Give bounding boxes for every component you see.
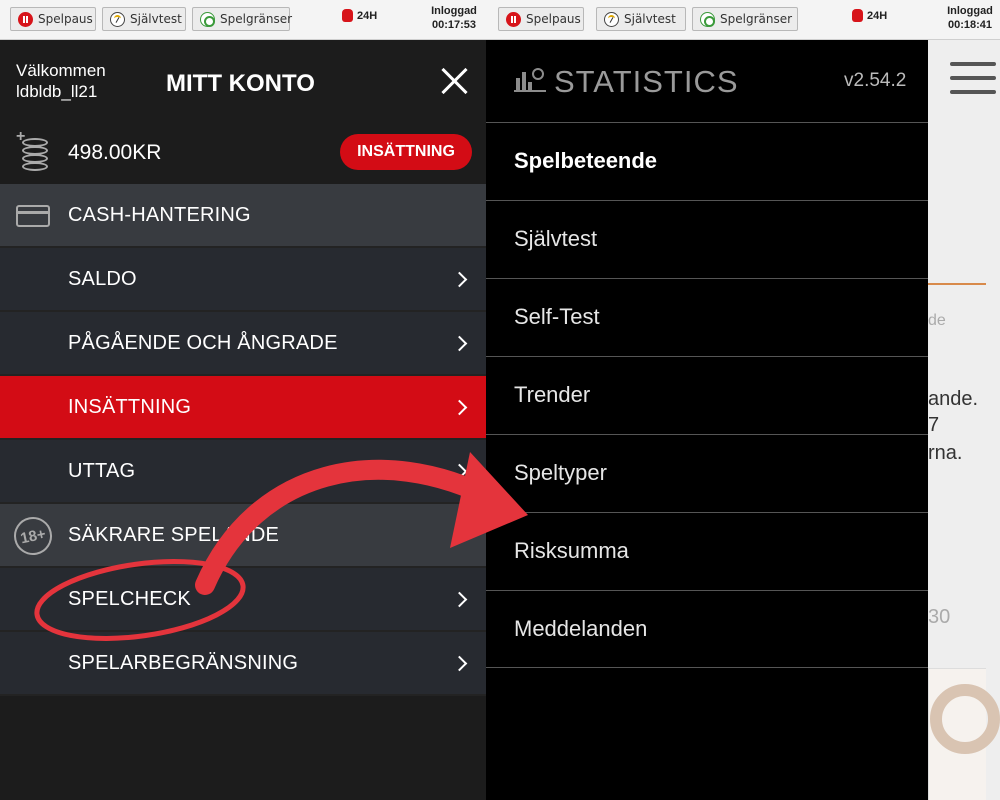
spelpaus-button[interactable]: Spelpaus: [10, 7, 96, 31]
responsible-gaming-bar-left: Spelpaus Självtest Spelgränser 24H Inlog…: [0, 0, 486, 40]
timeout-24h-button[interactable]: 24H: [342, 9, 377, 22]
app-screen: Spelpaus Självtest Spelgränser 24H Inlog…: [0, 0, 1000, 800]
stats-item-meddelanden[interactable]: Meddelanden: [486, 590, 928, 668]
background-text: de: [928, 312, 946, 329]
background-text: 7: [928, 414, 940, 436]
username: ldbldb_ll21: [16, 82, 98, 101]
timeout-24h-label: 24H: [867, 9, 888, 22]
coins-icon: +: [16, 129, 50, 171]
menu-item-label: SPELARBEGRÄNSNING: [68, 651, 299, 674]
login-label: Inloggad: [947, 5, 993, 17]
menu-item-spelcheck[interactable]: SPELCHECK: [0, 568, 486, 632]
stats-item-label: Spelbeteende: [514, 148, 658, 173]
timeout-24h-button[interactable]: 24H: [852, 9, 887, 22]
chevron-right-icon: [451, 591, 468, 608]
stats-item-spelbeteende[interactable]: Spelbeteende: [486, 122, 928, 200]
sjalvtest-button[interactable]: Självtest: [596, 7, 686, 31]
menu-item-saldo[interactable]: SALDO: [0, 248, 486, 312]
statistics-drawer: STATISTICS v2.54.2 Spelbeteende Självtes…: [486, 40, 928, 800]
section-safe-gaming: 18+ SÄKRARE SPELANDE: [0, 504, 486, 568]
chevron-right-icon: [451, 463, 468, 480]
limit-icon: [200, 11, 215, 27]
welcome-label: Välkommen: [16, 61, 106, 80]
menu-item-pending[interactable]: PÅGÅENDE OCH ÅNGRADE: [0, 312, 486, 376]
spelgranser-label: Spelgränser: [220, 12, 293, 26]
menu-item-label: INSÄTTNING: [68, 395, 192, 418]
background-text: ande.: [928, 388, 979, 410]
section-cash-handling: CASH-HANTERING: [0, 184, 486, 248]
timeout-24h-label: 24H: [357, 9, 378, 22]
credit-card-icon: [16, 205, 50, 227]
sjalvtest-label: Självtest: [130, 12, 182, 26]
page-title: MITT KONTO: [166, 70, 315, 97]
account-panel: Välkommen ldbldb_ll21 MITT KONTO + 498.0…: [0, 40, 486, 800]
stats-item-self-test[interactable]: Self-Test: [486, 278, 928, 356]
pause-icon: [506, 11, 521, 27]
spelgranser-button[interactable]: Spelgränser: [192, 7, 293, 31]
spelpaus-button[interactable]: Spelpaus: [498, 7, 584, 31]
close-icon[interactable]: [440, 66, 470, 96]
menu-item-label: PÅGÅENDE OCH ÅNGRADE: [68, 331, 338, 354]
section-label: SÄKRARE SPELANDE: [68, 523, 280, 546]
responsible-gaming-bar-right: Spelpaus Självtest Spelgränser 24H Inlog…: [486, 0, 1000, 40]
background-text: rna.: [928, 442, 963, 464]
section-label: CASH-HANTERING: [68, 203, 251, 226]
menu-item-label: SALDO: [68, 267, 137, 290]
menu-item-player-limit[interactable]: SPELARBEGRÄNSNING: [0, 632, 486, 696]
sjalvtest-label: Självtest: [624, 12, 676, 26]
decorative-ring: [930, 684, 1000, 754]
gauge-icon: [110, 11, 125, 27]
stats-item-trender[interactable]: Trender: [486, 356, 928, 434]
balance-row: + 498.00KR INSÄTTNING: [0, 126, 486, 184]
stats-item-label: Trender: [514, 382, 591, 407]
sjalvtest-button[interactable]: Självtest: [102, 7, 186, 31]
stop-hand-icon: [852, 9, 863, 22]
version-label: v2.54.2: [844, 70, 907, 91]
login-time: 00:17:53: [431, 19, 477, 31]
chevron-right-icon: [451, 271, 468, 288]
chevron-right-icon: [451, 335, 468, 352]
stats-item-label: Självtest: [514, 226, 598, 251]
login-time: 00:18:41: [947, 19, 993, 31]
deposit-button[interactable]: INSÄTTNING: [340, 134, 472, 170]
gauge-icon: [604, 11, 619, 27]
account-header: Välkommen ldbldb_ll21 MITT KONTO: [0, 40, 486, 126]
statistics-icon: [514, 68, 546, 92]
login-timer: Inloggad 00:18:41: [944, 4, 996, 32]
spelgranser-button[interactable]: Spelgränser: [692, 7, 798, 31]
stats-item-label: Self-Test: [514, 304, 600, 329]
chevron-right-icon: [451, 399, 468, 416]
age-18-icon: 18+: [10, 513, 56, 559]
spelgranser-label: Spelgränser: [720, 12, 793, 26]
chevron-right-icon: [451, 655, 468, 672]
menu-item-deposit[interactable]: INSÄTTNING: [0, 376, 486, 440]
stats-item-label: Meddelanden: [514, 616, 648, 641]
pause-icon: [18, 11, 33, 27]
divider: [928, 283, 986, 285]
statistics-title: STATISTICS: [554, 64, 739, 99]
stats-item-sjalvtest[interactable]: Självtest: [486, 200, 928, 278]
stats-item-label: Speltyper: [514, 460, 607, 485]
login-label: Inloggad: [431, 5, 477, 17]
stats-item-risksumma[interactable]: Risksumma: [486, 512, 928, 590]
spelpaus-label: Spelpaus: [38, 12, 93, 26]
menu-item-withdraw[interactable]: UTTAG: [0, 440, 486, 504]
welcome-text: Välkommen ldbldb_ll21: [16, 60, 106, 102]
spelpaus-label: Spelpaus: [526, 12, 581, 26]
limit-icon: [700, 11, 715, 27]
stats-item-label: Risksumma: [514, 538, 629, 563]
stop-hand-icon: [342, 9, 353, 22]
stats-item-speltyper[interactable]: Speltyper: [486, 434, 928, 512]
hamburger-menu-icon[interactable]: [950, 62, 996, 96]
background-text: 30: [928, 606, 951, 628]
menu-item-label: UTTAG: [68, 459, 136, 482]
balance-amount: 498.00KR: [68, 141, 162, 164]
menu-item-label: SPELCHECK: [68, 587, 191, 610]
login-timer: Inloggad 00:17:53: [428, 4, 480, 32]
